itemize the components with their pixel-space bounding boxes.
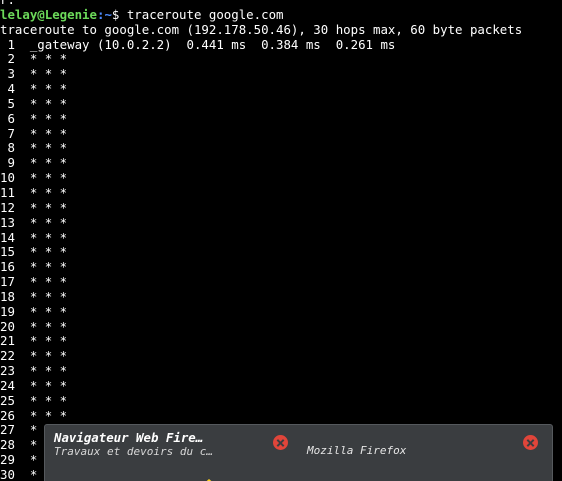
traceroute-hop-line: 24 * * * bbox=[0, 378, 68, 393]
window-preview-firefox-navigator[interactable]: Navigateur Web Fire… Travaux et devoirs … bbox=[51, 429, 291, 481]
traceroute-hop-line: 17 * * * bbox=[0, 275, 68, 290]
traceroute-hop-line: 3 * * * bbox=[0, 67, 68, 82]
traceroute-hop-line: 4 * * * bbox=[0, 82, 68, 97]
window-preview-title: Mozilla Firefox bbox=[307, 444, 407, 457]
firefox-thumbnail-icon bbox=[206, 479, 212, 481]
traceroute-hop-line: 21 * * * bbox=[0, 334, 68, 349]
traceroute-hop-line: 15 * * * bbox=[0, 245, 68, 260]
window-preview-subtitle: Travaux et devoirs du c… bbox=[54, 445, 213, 458]
traceroute-hops: 1 _gateway (10.0.2.2) 0.441 ms 0.384 ms … bbox=[0, 38, 562, 481]
close-window-button[interactable] bbox=[273, 435, 288, 450]
traceroute-header: traceroute to google.com (192.178.50.46)… bbox=[0, 22, 523, 37]
prompt-user-host: lelay@Legenie bbox=[0, 7, 97, 22]
traceroute-hop-line: 13 * * * bbox=[0, 215, 68, 230]
traceroute-hop-line: 11 * * * bbox=[0, 185, 68, 200]
traceroute-hop-line: 19 * * * bbox=[0, 304, 68, 319]
traceroute-hop-line: 7 * * * bbox=[0, 126, 68, 141]
traceroute-hop-line: 2 * * * bbox=[0, 52, 68, 67]
terminal-output: r. lelay@Legenie:~$ traceroute google.co… bbox=[0, 0, 562, 481]
window-preview-mozilla-firefox[interactable]: Mozilla Firefox bbox=[303, 429, 547, 481]
traceroute-hop-line: 10 * * * bbox=[0, 171, 68, 186]
traceroute-hop-line: 18 * * * bbox=[0, 289, 68, 304]
traceroute-hop-line: 1 _gateway (10.0.2.2) 0.441 ms 0.384 ms … bbox=[0, 37, 396, 52]
traceroute-hop-line: 12 * * * bbox=[0, 200, 68, 215]
traceroute-hop-line: 26 * * * bbox=[0, 408, 68, 423]
window-preview-title: Navigateur Web Fire… bbox=[54, 430, 204, 445]
traceroute-hop-line: 9 * * * bbox=[0, 156, 68, 171]
traceroute-hop-line: 14 * * * bbox=[0, 230, 68, 245]
close-window-button[interactable] bbox=[523, 435, 538, 450]
terminal-line-fragment: r. bbox=[0, 0, 562, 8]
traceroute-hop-line: 23 * * * bbox=[0, 364, 68, 379]
traceroute-hop-line: 16 * * * bbox=[0, 260, 68, 275]
traceroute-hop-line: 6 * * * bbox=[0, 111, 68, 126]
window-switcher-popup: Navigateur Web Fire… Travaux et devoirs … bbox=[44, 424, 553, 481]
prompt-symbol: $ bbox=[111, 7, 127, 22]
terminal-window[interactable]: r. lelay@Legenie:~$ traceroute google.co… bbox=[0, 0, 562, 481]
traceroute-hop-line: 5 * * * bbox=[0, 96, 68, 111]
traceroute-hop-line: 25 * * * bbox=[0, 393, 68, 408]
traceroute-hop-line: 8 * * * bbox=[0, 141, 68, 156]
terminal-command: traceroute google.com bbox=[126, 7, 284, 22]
prompt-path: :~ bbox=[96, 7, 112, 22]
terminal-prompt-line: lelay@Legenie:~$ traceroute google.com bbox=[0, 8, 562, 23]
traceroute-hop-line: 22 * * * bbox=[0, 349, 68, 364]
traceroute-hop-line: 20 * * * bbox=[0, 319, 68, 334]
